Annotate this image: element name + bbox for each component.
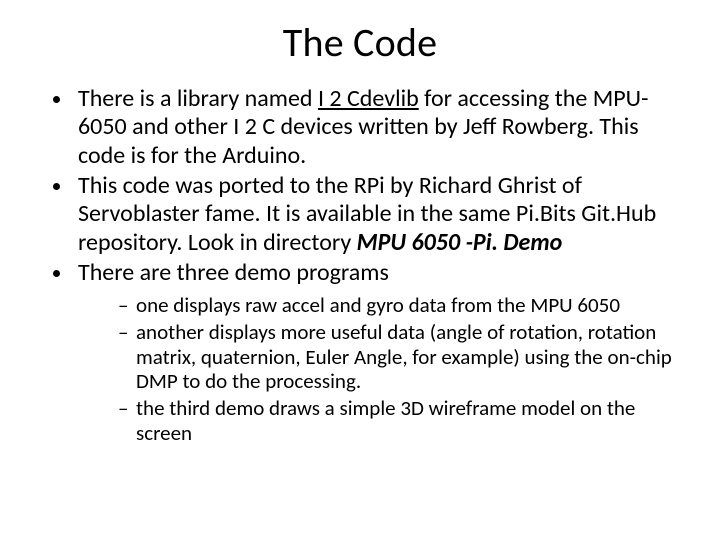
- sub-bullet-list: one displays raw accel and gyro data fro…: [78, 293, 680, 446]
- sub-bullet-item: another displays more useful data (angle…: [118, 320, 680, 394]
- bullet-text: There are three demo programs: [78, 258, 389, 287]
- sub-bullet-text: the third demo draws a simple 3D wirefra…: [136, 395, 635, 446]
- sub-bullet-text: one displays raw accel and gyro data fro…: [136, 292, 620, 318]
- bullet-item: There are three demo programs one displa…: [74, 259, 680, 446]
- bullet-item: This code was ported to the RPi by Richa…: [74, 172, 680, 257]
- slide-title: The Code: [40, 18, 680, 67]
- link-text[interactable]: I 2 Cdevlib: [318, 84, 419, 113]
- sub-bullet-item: the third demo draws a simple 3D wirefra…: [118, 396, 680, 446]
- emphasis-text: MPU 6050 -Pi. Demo: [357, 228, 563, 257]
- bullet-list: There is a library named I 2 Cdevlib for…: [40, 85, 680, 446]
- slide: The Code There is a library named I 2 Cd…: [0, 0, 720, 540]
- sub-bullet-item: one displays raw accel and gyro data fro…: [118, 293, 680, 318]
- bullet-item: There is a library named I 2 Cdevlib for…: [74, 85, 680, 170]
- bullet-text: There is a library named: [78, 84, 318, 113]
- sub-bullet-text: another displays more useful data (angle…: [136, 319, 672, 395]
